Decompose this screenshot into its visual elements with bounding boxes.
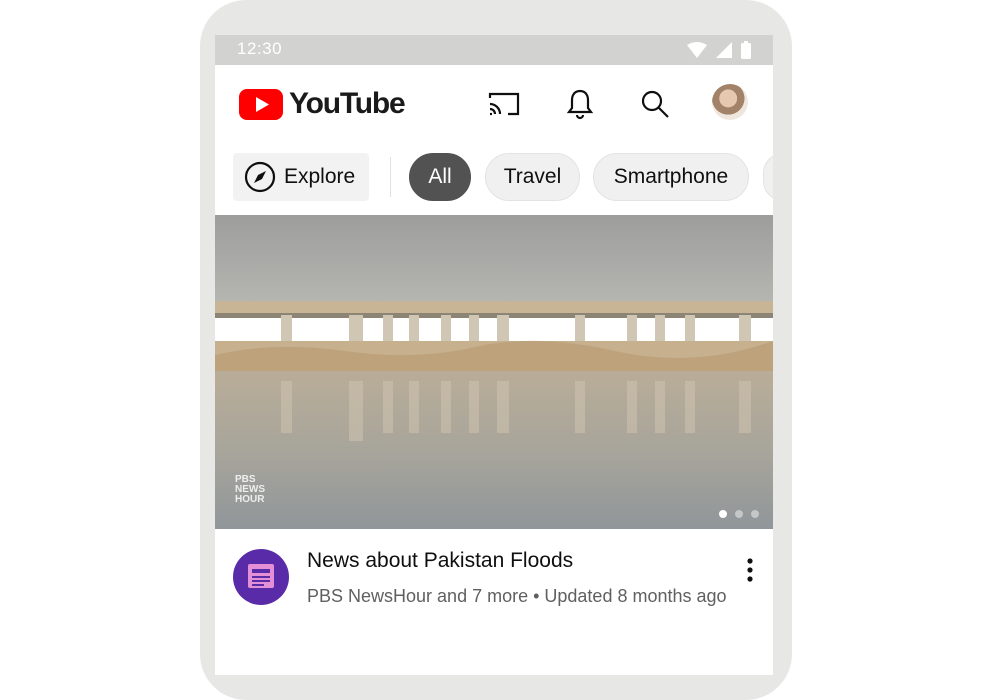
chip-overflow[interactable] — [763, 153, 773, 201]
more-vert-icon — [747, 558, 753, 582]
more-options-button[interactable] — [745, 553, 755, 587]
compass-icon — [244, 161, 276, 193]
battery-icon — [741, 41, 751, 59]
status-icons — [687, 41, 751, 59]
chip-travel[interactable]: Travel — [485, 153, 580, 201]
cast-icon — [488, 92, 520, 116]
phone-frame: 12:30 YouTube Explore All Travel Smartph… — [200, 0, 792, 700]
card-metadata: News about Pakistan Floods PBS NewsHour … — [215, 529, 773, 675]
notifications-button[interactable] — [563, 87, 597, 121]
channel-avatar[interactable] — [233, 549, 289, 605]
watermark-line: HOUR — [235, 494, 265, 505]
wifi-icon — [687, 42, 707, 58]
carousel-dot — [735, 510, 743, 518]
thumbnail-image — [215, 215, 773, 529]
news-icon — [248, 564, 274, 588]
status-bar: 12:30 — [215, 35, 773, 65]
youtube-logo[interactable]: YouTube — [239, 87, 406, 121]
chip-divider — [390, 157, 391, 197]
filter-chips: Explore All Travel Smartphone — [215, 147, 773, 215]
chip-smartphone[interactable]: Smartphone — [593, 153, 749, 201]
search-icon — [641, 90, 669, 118]
chip-all[interactable]: All — [409, 153, 471, 201]
youtube-play-icon — [239, 88, 283, 120]
search-button[interactable] — [638, 87, 672, 121]
bell-icon — [566, 89, 594, 120]
signal-icon — [716, 42, 732, 58]
pbs-newshour-watermark: PBS NEWS HOUR — [235, 475, 265, 505]
account-avatar[interactable] — [712, 84, 748, 120]
carousel-dot-active — [719, 510, 727, 518]
card-title[interactable]: News about Pakistan Floods — [307, 549, 573, 573]
status-time: 12:30 — [237, 39, 283, 58]
video-thumbnail[interactable]: PBS NEWS HOUR — [215, 215, 773, 529]
carousel-dot — [751, 510, 759, 518]
explore-label: Explore — [284, 165, 356, 188]
explore-chip[interactable]: Explore — [233, 153, 369, 201]
card-subtitle: PBS NewsHour and 7 more • Updated 8 mont… — [307, 586, 727, 606]
top-bar: YouTube — [215, 65, 773, 147]
logo-text: YouTube — [289, 87, 406, 120]
cast-button[interactable] — [487, 87, 521, 121]
app-screen: 12:30 YouTube Explore All Travel Smartph… — [215, 35, 773, 675]
carousel-dots — [719, 510, 759, 518]
